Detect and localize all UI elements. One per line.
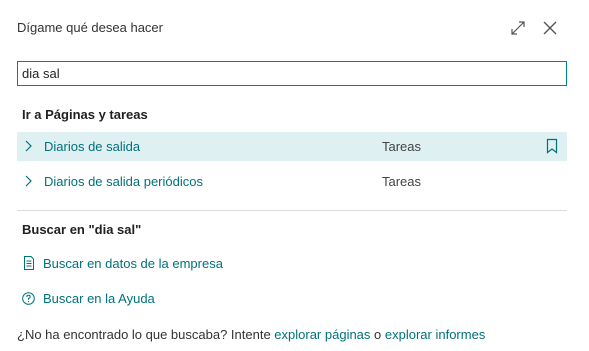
search-help-action[interactable]: Buscar en la Ayuda [22, 288, 155, 308]
pages-section-heading: Ir a Páginas y tareas [22, 107, 148, 122]
explore-pages-link[interactable]: explorar páginas [274, 327, 370, 342]
chevron-right-icon [25, 175, 32, 187]
footer-middle: o [370, 327, 385, 342]
section-divider [17, 210, 567, 211]
result-category: Tareas [382, 174, 422, 189]
explore-reports-link[interactable]: explorar informes [385, 327, 485, 342]
search-company-data-action[interactable]: Buscar en datos de la empresa [22, 253, 223, 273]
footer-text: ¿No ha encontrado lo que buscaba? Intent… [17, 327, 485, 342]
result-category: Tareas [382, 139, 422, 154]
action-label[interactable]: Buscar en la Ayuda [43, 291, 155, 306]
result-name[interactable]: Diarios de salida periódicos [44, 174, 203, 189]
close-icon [543, 21, 557, 35]
footer-prefix: ¿No ha encontrado lo que buscaba? Intent… [17, 327, 275, 342]
dialog-title: Dígame qué desea hacer [17, 20, 163, 35]
expand-button[interactable] [507, 17, 529, 39]
close-button[interactable] [539, 17, 561, 39]
expand-arrows-icon [511, 21, 525, 35]
result-row-diarios-de-salida[interactable]: Diarios de salida Tareas [17, 132, 567, 161]
search-input[interactable] [18, 62, 566, 85]
action-label[interactable]: Buscar en datos de la empresa [43, 256, 223, 271]
help-icon [22, 291, 35, 305]
search-box [17, 61, 567, 86]
tell-me-dialog: Dígame qué desea hacer Ir a Páginas y ta… [0, 0, 589, 351]
bookmark-icon[interactable] [545, 138, 559, 154]
company-data-icon [22, 256, 35, 270]
search-section-heading: Buscar en "dia sal" [22, 222, 142, 237]
result-name[interactable]: Diarios de salida [44, 139, 140, 154]
chevron-right-icon [25, 140, 32, 152]
result-row-diarios-de-salida-periodicos[interactable]: Diarios de salida periódicos Tareas [17, 167, 567, 196]
